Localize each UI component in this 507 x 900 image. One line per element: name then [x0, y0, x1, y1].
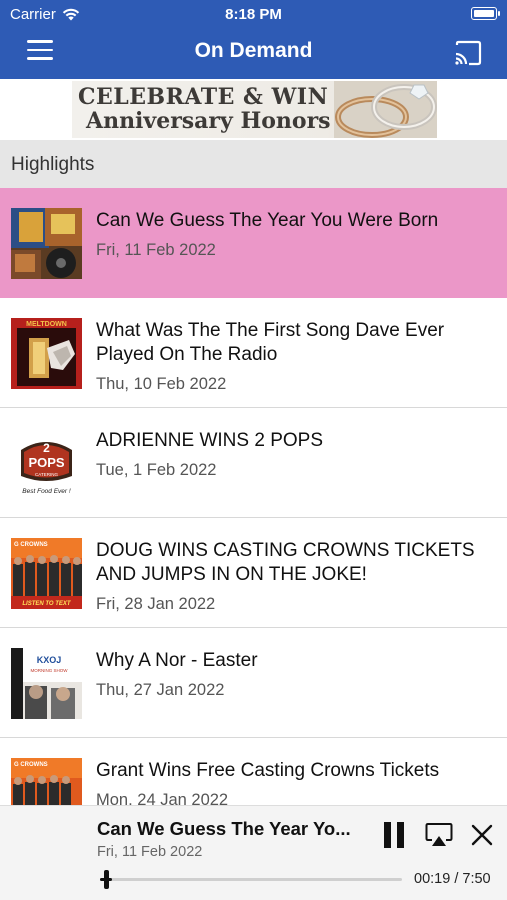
episode-thumbnail: 2 POPS CATERING Best Food Ever !: [11, 428, 82, 499]
banner-text: CELEBRATE & WIN Anniversary Honors: [78, 85, 331, 133]
pause-icon: [384, 822, 391, 848]
banner-ad[interactable]: CELEBRATE & WIN Anniversary Honors: [72, 81, 437, 138]
episode-title: ADRIENNE WINS 2 POPS: [96, 430, 323, 451]
episode-title: Grant Wins Free Casting Crowns Tickets: [96, 760, 440, 781]
episode-date: Fri, 11 Feb 2022: [96, 241, 216, 259]
episode-thumbnail: [11, 208, 82, 279]
episode-thumbnail: KXOJ MORNING SHOW: [11, 648, 82, 719]
episode-list: Can We Guess The Year You Were Born Fri,…: [0, 188, 507, 848]
episode-title: Why A Nor - Easter: [96, 650, 258, 671]
status-time: 8:18 PM: [225, 6, 282, 23]
band-banner-text: G CROWNS: [14, 542, 48, 548]
time-separator: /: [450, 871, 463, 887]
mini-player[interactable]: Can We Guess The Year Yo... Fri, 11 Feb …: [0, 805, 507, 900]
casting-crowns-image: G CROWNS LISTEN TO TEXT: [11, 538, 82, 609]
logo-word: POPS: [28, 455, 64, 470]
episode-date: Thu, 10 Feb 2022: [96, 375, 227, 393]
section-header: Highlights: [0, 140, 507, 188]
list-item[interactable]: Can We Guess The Year You Were Born Fri,…: [0, 188, 507, 298]
collage-image: [11, 208, 82, 279]
total-duration: 7:50: [462, 871, 491, 887]
battery-icon: [471, 7, 500, 20]
airplay-icon[interactable]: [425, 822, 453, 848]
logo-tagline: Best Food Ever !: [22, 488, 71, 495]
banner-subheadline: Anniversary Honors: [86, 108, 331, 134]
status-bar: Carrier 8:18 PM: [0, 0, 507, 28]
meltdown-image: MELTDOWN: [11, 318, 82, 389]
band-caption-text: LISTEN TO TEXT: [22, 601, 72, 607]
episode-date: Fri, 28 Jan 2022: [96, 595, 216, 613]
nav-bar: On Demand: [0, 28, 507, 79]
wedding-rings-image: [334, 81, 437, 138]
list-item[interactable]: G CROWNS LISTEN TO TEXT DOUG WINS CASTIN…: [0, 518, 507, 628]
show-name-text: MORNING SHOW: [31, 668, 69, 673]
progress-handle[interactable]: [104, 870, 109, 889]
episode-date: Thu, 27 Jan 2022: [96, 681, 225, 699]
elapsed-time: 00:19: [414, 871, 451, 887]
playback-time: 00:19 / 7:50: [414, 871, 491, 887]
episode-title: Can We Guess The Year You Were Born: [96, 210, 439, 231]
2-pops-catering-logo: 2 POPS CATERING Best Food Ever !: [11, 428, 82, 499]
cast-icon[interactable]: [453, 40, 483, 66]
pause-button[interactable]: [384, 822, 406, 848]
episode-thumbnail: MELTDOWN: [11, 318, 82, 389]
page-title: On Demand: [194, 39, 313, 62]
meltdown-label: MELTDOWN: [26, 321, 67, 328]
close-icon[interactable]: [470, 823, 494, 847]
episode-date: Tue, 1 Feb 2022: [96, 461, 217, 479]
logo-subtitle: CATERING: [35, 472, 58, 477]
banner-headline: CELEBRATE & WIN: [78, 84, 329, 110]
app-header: Carrier 8:18 PM On Demand: [0, 0, 507, 79]
band-banner-text: G CROWNS: [14, 762, 48, 768]
list-item[interactable]: KXOJ MORNING SHOW Why A Nor - Easter Thu…: [0, 628, 507, 738]
morning-show-image: KXOJ MORNING SHOW: [11, 648, 82, 719]
list-item[interactable]: MELTDOWN What Was The The First Song Dav…: [0, 298, 507, 408]
now-playing-date: Fri, 11 Feb 2022: [97, 844, 203, 860]
episode-title: DOUG WINS CASTING CROWNS TICKETS AND JUM…: [96, 540, 475, 585]
now-playing-title: Can We Guess The Year Yo...: [97, 818, 351, 839]
episode-title: What Was The The First Song Dave Ever Pl…: [96, 320, 445, 365]
progress-bar[interactable]: [100, 878, 402, 881]
station-logo-text: KXOJ: [37, 655, 62, 665]
episode-thumbnail: G CROWNS LISTEN TO TEXT: [11, 538, 82, 609]
section-label: Highlights: [11, 154, 95, 175]
list-item[interactable]: 2 POPS CATERING Best Food Ever ! ADRIENN…: [0, 408, 507, 518]
logo-number: 2: [43, 441, 50, 455]
